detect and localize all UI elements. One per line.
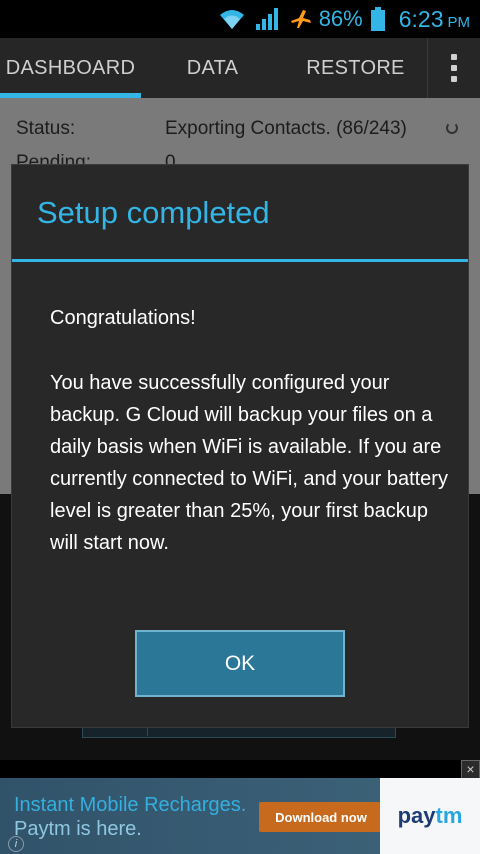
ad-close-icon[interactable]: ×: [461, 760, 480, 779]
wifi-icon: [217, 7, 247, 31]
dialog-title: Setup completed: [37, 195, 270, 230]
battery-percent: 86%: [318, 6, 363, 31]
status-row: Status: Exporting Contacts. (86/243): [16, 118, 407, 140]
ad-headline: Instant Mobile Recharges.: [14, 794, 247, 816]
ad-download-button[interactable]: Download now: [259, 802, 383, 832]
tab-dashboard[interactable]: DASHBOARD: [0, 38, 141, 98]
brand-part-b: tm: [435, 803, 463, 828]
status-value: Exporting Contacts. (86/243): [165, 118, 407, 139]
airplane-icon: [289, 7, 313, 31]
dialog-heading: Congratulations!: [50, 307, 196, 329]
overflow-menu-button[interactable]: [427, 38, 480, 98]
battery-icon: [370, 7, 385, 31]
spinner-icon: [446, 122, 458, 134]
overflow-dot: [451, 76, 457, 82]
setup-completed-dialog: Setup completed Congratulations! You hav…: [12, 165, 468, 727]
tab-bar: DASHBOARD DATA RESTORE: [0, 38, 480, 98]
ok-button[interactable]: OK: [135, 630, 345, 697]
ad-banner[interactable]: Instant Mobile Recharges. Paytm is here.…: [0, 778, 480, 854]
dialog-divider: [12, 259, 468, 262]
status-bar: 86% 6:23 PM: [0, 0, 480, 38]
dialog-message: You have successfully configured your ba…: [50, 372, 448, 554]
ad-info-icon[interactable]: i: [8, 836, 24, 852]
overflow-dot: [451, 54, 457, 60]
ok-button-label: OK: [224, 651, 256, 675]
ad-subline: Paytm is here.: [14, 818, 142, 840]
clock-ampm: PM: [447, 13, 471, 31]
tab-restore[interactable]: RESTORE: [284, 38, 427, 98]
clock-time: 6:23: [398, 5, 444, 32]
overflow-dot: [451, 65, 457, 71]
tab-label: DATA: [186, 56, 239, 79]
tab-label: DASHBOARD: [5, 56, 136, 79]
brand-part-a: pay: [397, 803, 436, 828]
tab-data[interactable]: DATA: [141, 38, 284, 98]
status-label: Status:: [16, 118, 76, 139]
paytm-logo: pay tm: [380, 778, 480, 854]
signal-icon: [255, 7, 281, 31]
tab-label: RESTORE: [306, 56, 405, 79]
